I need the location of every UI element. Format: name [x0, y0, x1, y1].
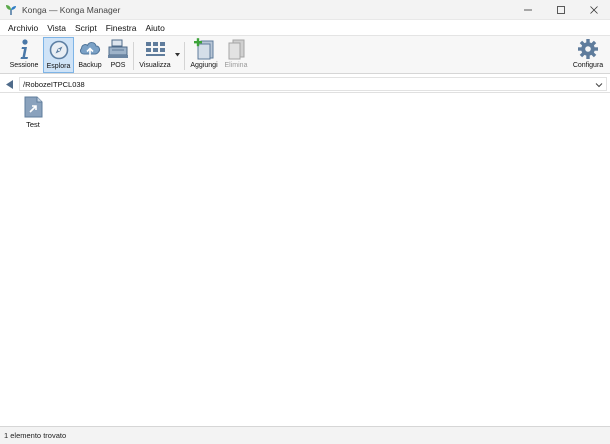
configura-button[interactable]: Configura [570, 37, 606, 73]
close-button[interactable] [577, 0, 610, 20]
chevron-down-icon[interactable] [595, 81, 603, 89]
maximize-icon [556, 6, 565, 14]
path-value: /RobozeITPCL038 [23, 80, 85, 89]
menu-finestra[interactable]: Finestra [102, 23, 141, 33]
menu-bar: Archivio Vista Script Finestra Aiuto [0, 20, 610, 35]
aggiungi-label: Aggiungi [190, 62, 218, 69]
gear-icon [578, 39, 598, 59]
visualizza-label: Visualizza [139, 62, 171, 69]
path-bar: /RobozeITPCL038 [0, 75, 610, 93]
window-title: Konga — Konga Manager [22, 4, 121, 15]
esplora-button[interactable]: Esplora [43, 37, 74, 73]
aggiungi-button[interactable]: Aggiungi [189, 37, 219, 73]
toolbar-separator [184, 42, 185, 70]
esplora-label: Esplora [46, 63, 71, 70]
konga-app-icon [6, 4, 16, 15]
backup-button[interactable]: Backup [77, 37, 103, 73]
path-combobox[interactable]: /RobozeITPCL038 [19, 77, 607, 91]
menu-aiuto[interactable]: Aiuto [141, 23, 168, 33]
elimina-button[interactable]: Elimina [222, 37, 250, 73]
configura-label: Configura [572, 62, 604, 69]
elimina-label: Elimina [224, 62, 248, 69]
info-icon [20, 39, 28, 59]
minimize-button[interactable] [511, 0, 544, 20]
close-icon [589, 6, 598, 14]
list-item-label: Test [26, 120, 40, 129]
view-grid-icon [146, 42, 165, 56]
menu-script[interactable]: Script [71, 23, 101, 33]
delete-document-icon [228, 39, 245, 60]
window-controls [511, 0, 610, 20]
visualizza-button[interactable]: Visualizza [137, 37, 173, 73]
pos-label: POS [110, 62, 126, 69]
compass-icon [49, 40, 68, 60]
toolbar: Sessione Esplora Backup POS Visualizza A… [0, 35, 610, 74]
status-text: 1 elemento trovato [4, 431, 67, 440]
pos-button[interactable]: POS [106, 37, 130, 73]
explorer-content: Test [0, 94, 610, 426]
add-document-icon [194, 38, 214, 60]
sessione-button[interactable]: Sessione [7, 37, 41, 73]
menu-archivio[interactable]: Archivio [4, 23, 42, 33]
back-arrow-icon [6, 79, 13, 89]
dropdown-arrow-icon[interactable] [175, 53, 180, 57]
minimize-icon [523, 9, 532, 11]
menu-vista[interactable]: Vista [43, 23, 70, 33]
document-link-icon [24, 96, 43, 118]
maximize-button[interactable] [544, 0, 577, 20]
sessione-label: Sessione [9, 62, 39, 69]
back-button[interactable] [4, 78, 16, 90]
backup-label: Backup [78, 62, 102, 69]
title-bar: Konga — Konga Manager [0, 0, 610, 20]
status-bar: 1 elemento trovato [0, 426, 610, 444]
cloud-backup-icon [79, 42, 101, 58]
list-item[interactable]: Test [20, 96, 46, 129]
toolbar-separator [133, 42, 134, 70]
cash-register-icon [108, 39, 128, 58]
